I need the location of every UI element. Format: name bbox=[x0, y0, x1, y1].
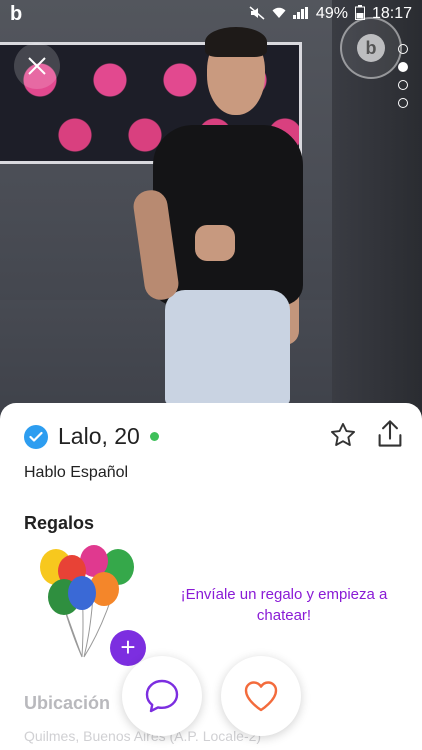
photo-pager bbox=[398, 44, 408, 108]
share-icon bbox=[378, 420, 402, 447]
chat-bubble-icon bbox=[145, 679, 179, 713]
profile-name: Lalo, 20 bbox=[58, 423, 140, 449]
app-logo: b bbox=[10, 3, 23, 25]
pager-dot[interactable] bbox=[398, 80, 408, 90]
close-button[interactable] bbox=[14, 43, 60, 89]
photo-person bbox=[131, 25, 315, 405]
gifts-title: Regalos bbox=[24, 513, 95, 533]
add-gift-button[interactable]: + bbox=[110, 630, 146, 666]
close-icon bbox=[27, 46, 47, 84]
mute-icon bbox=[249, 5, 265, 23]
pager-dot[interactable] bbox=[398, 98, 408, 108]
online-indicator bbox=[149, 432, 159, 441]
chat-button[interactable] bbox=[122, 656, 202, 736]
watermark-logo: b bbox=[340, 17, 402, 79]
languages-text: Hablo Español bbox=[24, 464, 129, 481]
plus-icon: + bbox=[120, 632, 136, 662]
verified-badge-icon bbox=[24, 424, 48, 449]
person-hand bbox=[195, 225, 235, 261]
heart-icon bbox=[244, 681, 278, 712]
profile-card: Lalo, 20 Hablo Español Regalos + ¡Envíal… bbox=[0, 403, 422, 750]
name-row: Lalo, 20 bbox=[24, 423, 159, 450]
pager-dot-active[interactable] bbox=[398, 62, 408, 72]
watermark-b-icon: b bbox=[357, 34, 385, 62]
battery-percent: 49% bbox=[315, 5, 348, 22]
favorite-button[interactable] bbox=[329, 421, 357, 449]
signal-icon bbox=[292, 6, 309, 22]
share-button[interactable] bbox=[376, 419, 404, 449]
like-button[interactable] bbox=[221, 656, 301, 736]
status-right: 49% 18:17 bbox=[249, 5, 412, 23]
person-jacket bbox=[165, 290, 290, 405]
gift-cta-link[interactable]: ¡Envíale un regalo y empieza a chatear! bbox=[162, 584, 406, 626]
star-icon bbox=[330, 422, 356, 446]
pager-dot[interactable] bbox=[398, 44, 408, 54]
location-title: Ubicación bbox=[24, 693, 111, 713]
person-hair bbox=[205, 27, 267, 57]
wifi-icon bbox=[272, 7, 286, 22]
